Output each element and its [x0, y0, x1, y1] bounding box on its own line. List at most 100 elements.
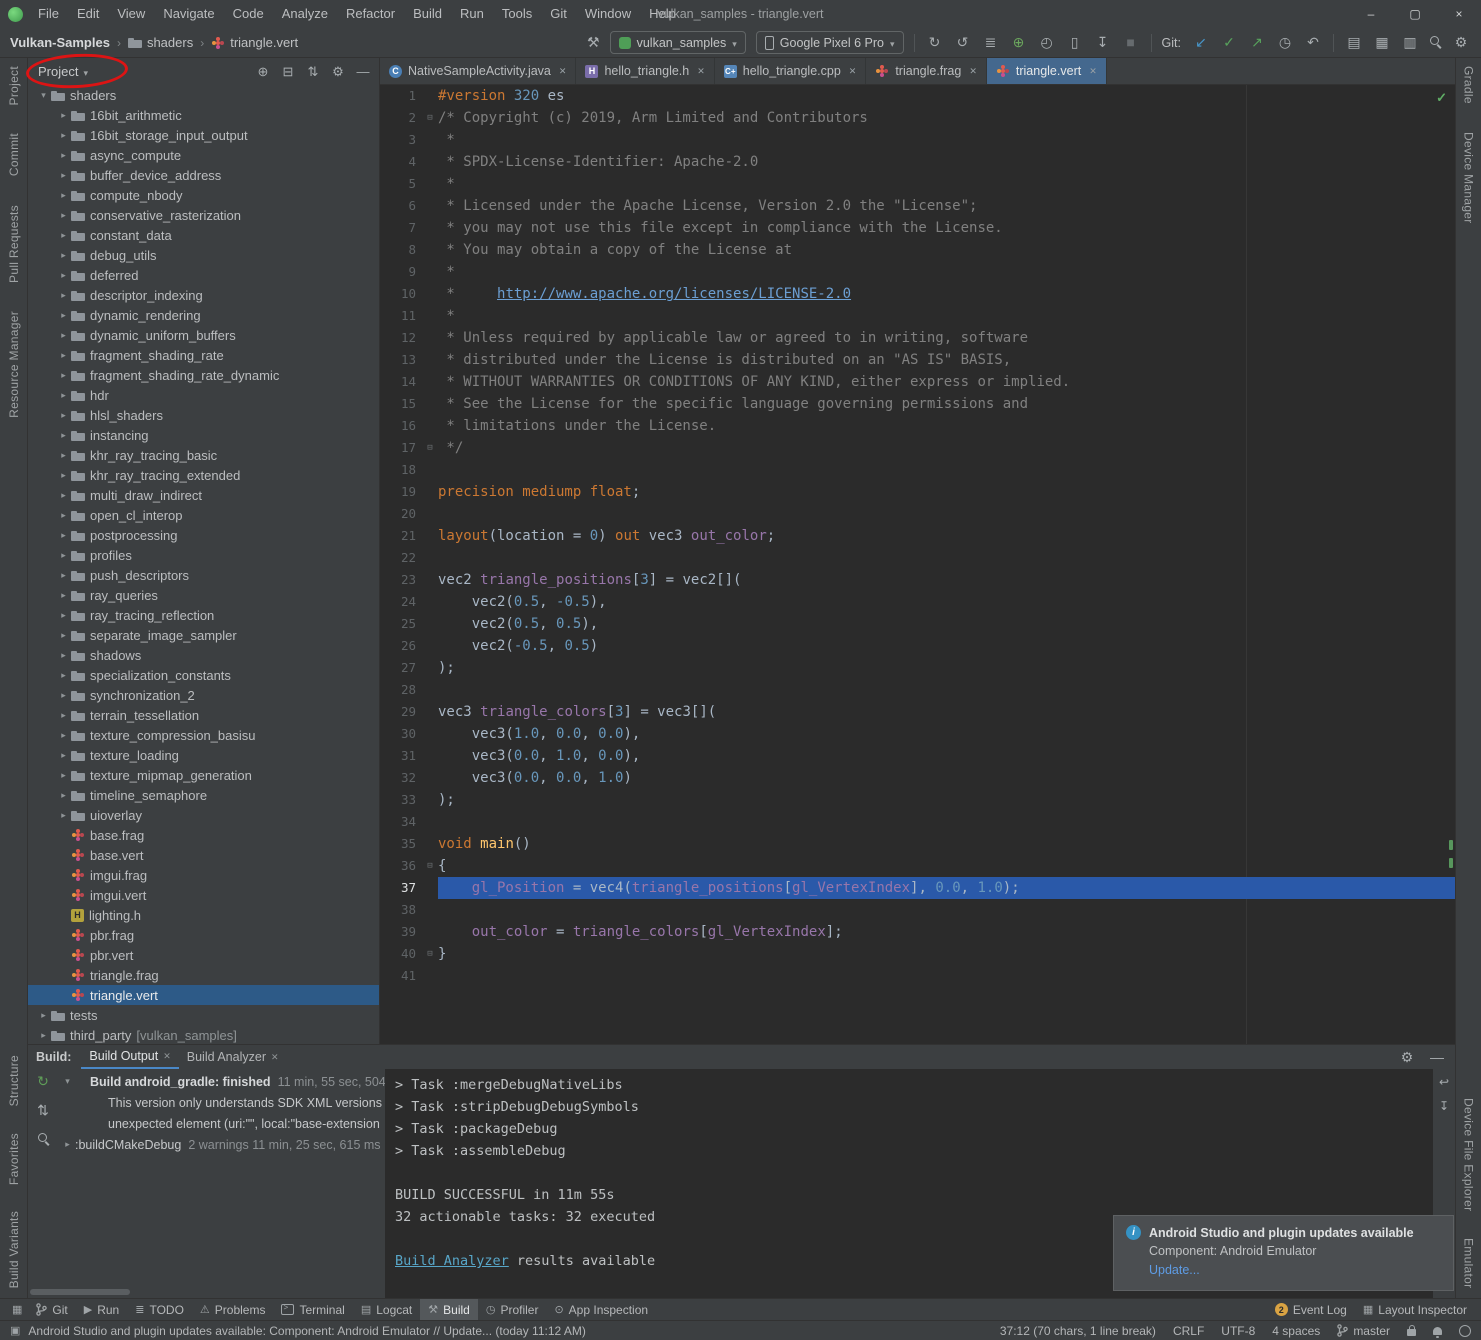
- chevron-right-icon[interactable]: ▸: [56, 150, 71, 161]
- tree-item-third-party[interactable]: ▸third_party[vulkan_samples]: [28, 1025, 379, 1044]
- tool-button-structure[interactable]: Structure: [7, 1055, 21, 1106]
- breadcrumb-item-vulkan-samples[interactable]: Vulkan-Samples: [10, 35, 110, 50]
- event-log-button[interactable]: 2Event Log: [1267, 1299, 1355, 1321]
- tool-button-favorites[interactable]: Favorites: [7, 1133, 21, 1185]
- tree-item-postprocessing[interactable]: ▸postprocessing: [28, 525, 379, 545]
- collapse-all-icon[interactable]: ⊟: [280, 64, 296, 80]
- scroll-to-end-icon[interactable]: ↧: [1436, 1099, 1452, 1113]
- fold-marker-icon[interactable]: ⊟: [422, 437, 438, 459]
- toolwindow-app-inspection[interactable]: ⊙App Inspection: [546, 1299, 656, 1321]
- tree-item-debug-utils[interactable]: ▸debug_utils: [28, 245, 379, 265]
- code-line-18[interactable]: 18: [380, 459, 1455, 481]
- file-encoding[interactable]: UTF-8: [1221, 1324, 1255, 1338]
- tree-item-push-descriptors[interactable]: ▸push_descriptors: [28, 565, 379, 585]
- build-analyzer-link[interactable]: Build Analyzer: [395, 1253, 509, 1269]
- code-line-15[interactable]: 15 * See the License for the specific la…: [380, 393, 1455, 415]
- history-icon[interactable]: ◷: [1275, 34, 1295, 51]
- build-find-icon[interactable]: [36, 1131, 51, 1146]
- device-select[interactable]: Google Pixel 6 Pro: [756, 31, 904, 54]
- tool-windows-grid-icon[interactable]: ▦: [6, 1303, 28, 1316]
- chevron-right-icon[interactable]: ▸: [56, 290, 71, 301]
- code-line-33[interactable]: 33);: [380, 789, 1455, 811]
- chevron-right-icon[interactable]: ▸: [56, 710, 71, 721]
- indent-style[interactable]: 4 spaces: [1272, 1324, 1320, 1338]
- tree-item-specialization-constants[interactable]: ▸specialization_constants: [28, 665, 379, 685]
- attach-debugger-icon[interactable]: ⊕: [1009, 34, 1029, 51]
- menu-window[interactable]: Window: [576, 0, 640, 28]
- build-expand-icon[interactable]: ⇅: [33, 1102, 53, 1119]
- chevron-right-icon[interactable]: ▸: [56, 750, 71, 761]
- tool-button-device-file-explorer[interactable]: Device File Explorer: [1462, 1098, 1476, 1211]
- chevron-right-icon[interactable]: ▸: [56, 510, 71, 521]
- tree-item-fragment-shading-rate-dynamic[interactable]: ▸fragment_shading_rate_dynamic: [28, 365, 379, 385]
- tree-item-texture-compression-basisu[interactable]: ▸texture_compression_basisu: [28, 725, 379, 745]
- select-opened-file-icon[interactable]: ⊕: [255, 64, 271, 80]
- chevron-right-icon[interactable]: ▸: [56, 670, 71, 681]
- tool-button-gradle[interactable]: Gradle: [1462, 66, 1476, 104]
- tree-item-descriptor-indexing[interactable]: ▸descriptor_indexing: [28, 285, 379, 305]
- minimize-button[interactable]: –: [1349, 0, 1393, 28]
- tree-item-tests[interactable]: ▸tests: [28, 1005, 379, 1025]
- code-line-39[interactable]: 39 out_color = triangle_colors[gl_Vertex…: [380, 921, 1455, 943]
- code-line-11[interactable]: 11 *: [380, 305, 1455, 327]
- tree-item-profiles[interactable]: ▸profiles: [28, 545, 379, 565]
- maximize-button[interactable]: ▢: [1393, 0, 1437, 28]
- code-line-28[interactable]: 28: [380, 679, 1455, 701]
- build-tree-item[interactable]: unexpected element (uri:"", local:"base-…: [58, 1113, 385, 1134]
- chevron-right-icon[interactable]: ▸: [56, 350, 71, 361]
- tool-button-resource-manager[interactable]: Resource Manager: [7, 311, 21, 418]
- readonly-toggle[interactable]: [1407, 1325, 1416, 1336]
- tree-item-base-frag[interactable]: base.frag: [28, 825, 379, 845]
- notification-update-link[interactable]: Update...: [1149, 1263, 1441, 1277]
- tree-item-imgui-vert[interactable]: imgui.vert: [28, 885, 379, 905]
- code-line-17[interactable]: 17⊟ */: [380, 437, 1455, 459]
- panel-settings-icon[interactable]: ⚙: [330, 64, 346, 80]
- tree-item-fragment-shading-rate[interactable]: ▸fragment_shading_rate: [28, 345, 379, 365]
- build-tree-item[interactable]: ▾Build android_gradle: finished11 min, 5…: [58, 1071, 385, 1092]
- chevron-right-icon[interactable]: ▸: [56, 730, 71, 741]
- chevron-right-icon[interactable]: ▸: [56, 770, 71, 781]
- toolwindow-run[interactable]: ▶Run: [76, 1299, 127, 1321]
- build-rerun-icon[interactable]: ↻: [33, 1073, 53, 1090]
- chevron-right-icon[interactable]: ▸: [56, 590, 71, 601]
- code-line-21[interactable]: 21layout(location = 0) out vec3 out_colo…: [380, 525, 1455, 547]
- code-line-13[interactable]: 13 * distributed under the License is di…: [380, 349, 1455, 371]
- tab-triangle-vert[interactable]: triangle.vert✕: [987, 58, 1107, 84]
- toolwindow-logcat[interactable]: ▤Logcat: [353, 1299, 420, 1321]
- tree-item-synchronization-2[interactable]: ▸synchronization_2: [28, 685, 379, 705]
- build-hammer-icon[interactable]: ⚒: [587, 34, 600, 50]
- chevron-right-icon[interactable]: ▸: [56, 610, 71, 621]
- close-icon[interactable]: ✕: [559, 66, 567, 77]
- code-line-30[interactable]: 30 vec3(1.0, 0.0, 0.0),: [380, 723, 1455, 745]
- chevron-right-icon[interactable]: ▸: [56, 130, 71, 141]
- tool-button-emulator[interactable]: Emulator: [1462, 1238, 1476, 1288]
- menu-edit[interactable]: Edit: [68, 0, 108, 28]
- menu-navigate[interactable]: Navigate: [154, 0, 223, 28]
- tree-item-shadows[interactable]: ▸shadows: [28, 645, 379, 665]
- tree-item-buffer-device-address[interactable]: ▸buffer_device_address: [28, 165, 379, 185]
- stop-icon[interactable]: ■: [1121, 34, 1141, 51]
- tree-item-conservative-rasterization[interactable]: ▸conservative_rasterization: [28, 205, 379, 225]
- tree-item-separate-image-sampler[interactable]: ▸separate_image_sampler: [28, 625, 379, 645]
- chevron-right-icon[interactable]: ▸: [56, 330, 71, 341]
- profiler-toolbar-icon[interactable]: ◴: [1037, 34, 1057, 51]
- fold-marker-icon[interactable]: ⊟: [422, 855, 438, 877]
- code-line-26[interactable]: 26 vec2(-0.5, 0.5): [380, 635, 1455, 657]
- menu-git[interactable]: Git: [541, 0, 576, 28]
- tree-item-base-vert[interactable]: base.vert: [28, 845, 379, 865]
- sync-project-icon[interactable]: ↻: [925, 34, 945, 51]
- tab-hello-triangle-cpp[interactable]: C+hello_triangle.cpp✕: [715, 58, 867, 84]
- chevron-right-icon[interactable]: ▸: [56, 270, 71, 281]
- code-line-10[interactable]: 10 * http://www.apache.org/licenses/LICE…: [380, 283, 1455, 305]
- code-line-31[interactable]: 31 vec3(0.0, 1.0, 0.0),: [380, 745, 1455, 767]
- tree-item-khr-ray-tracing-basic[interactable]: ▸khr_ray_tracing_basic: [28, 445, 379, 465]
- build-tree-item[interactable]: This version only understands SDK XML ve…: [58, 1092, 385, 1113]
- toolwindow-build[interactable]: ⚒Build: [420, 1299, 478, 1321]
- notifications-toggle[interactable]: [1433, 1326, 1442, 1335]
- tree-item-texture-loading[interactable]: ▸texture_loading: [28, 745, 379, 765]
- code-line-38[interactable]: 38: [380, 899, 1455, 921]
- git-push-icon[interactable]: ↗: [1247, 34, 1267, 51]
- git-commit-icon[interactable]: ✓: [1219, 34, 1239, 51]
- toolwindow-todo[interactable]: ≣TODO: [127, 1299, 192, 1321]
- tree-item-imgui-frag[interactable]: imgui.frag: [28, 865, 379, 885]
